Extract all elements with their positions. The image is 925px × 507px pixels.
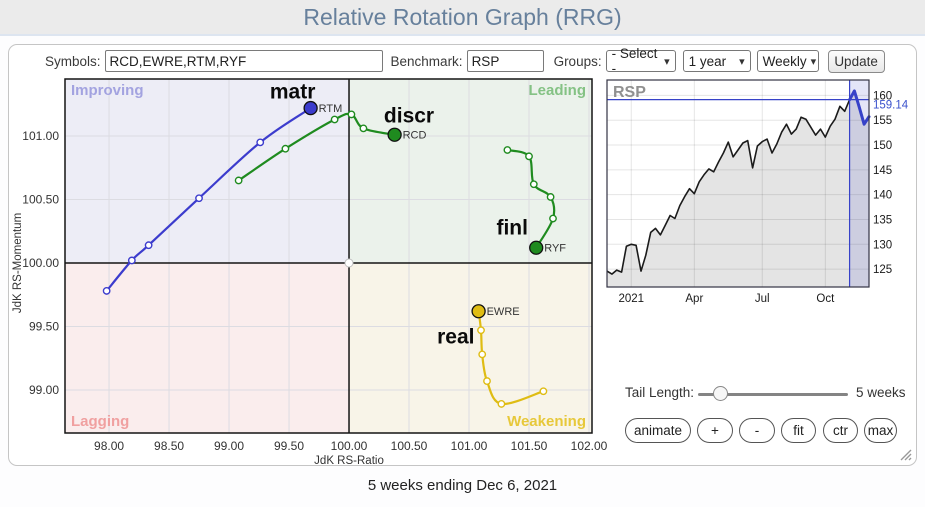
resize-handle-icon[interactable] [896, 445, 912, 461]
series-marker-RCD [282, 146, 288, 152]
series-symbol-label-RTM: RTM [319, 103, 343, 115]
x-tick-label: 101.50 [511, 439, 548, 453]
series-marker-RTM [196, 195, 202, 201]
slider-handle[interactable] [713, 386, 728, 401]
fit-button[interactable]: fit [781, 418, 816, 443]
sector-label-matr: matr [270, 81, 316, 104]
series-marker-RCD [348, 111, 354, 117]
x-tick-label: 99.00 [214, 439, 244, 453]
series-marker-RTM [257, 139, 263, 145]
x-tick-label: 101.00 [451, 439, 488, 453]
y-axis-title: JdK RS-Momentum [12, 213, 24, 313]
y-tick-label: 99.50 [29, 319, 59, 333]
quadrant-label-weakening: Weakening [507, 413, 586, 430]
tail-length-value: 5 weeks [856, 385, 906, 400]
series-marker-EWRE [498, 401, 504, 407]
rsp-y-tick-label: 135 [873, 214, 892, 226]
quadrant-label-leading: Leading [528, 82, 586, 99]
series-marker-RYF [504, 147, 510, 153]
series-marker-RYF [550, 215, 556, 221]
series-marker-EWRE [479, 351, 485, 357]
quadrant-label-lagging: Lagging [71, 413, 129, 430]
rsp-chart-title: RSP [613, 84, 646, 101]
y-tick-label: 100.00 [22, 256, 59, 270]
rsp-y-tick-label: 150 [873, 140, 892, 152]
quadrant-label-improving: Improving [71, 82, 144, 99]
header: Relative Rotation Graph (RRG) [0, 0, 925, 36]
footer-caption: 5 weeks ending Dec 6, 2021 [0, 477, 925, 494]
series-marker-RTM [129, 257, 135, 263]
series-dot-RYF[interactable] [530, 241, 543, 254]
series-marker-RCD [360, 125, 366, 131]
page-title: Relative Rotation Graph (RRG) [0, 0, 925, 35]
series-marker-RCD [331, 116, 337, 122]
main-panel: Symbols: Benchmark: Groups: - Select - ▾… [8, 44, 917, 466]
sector-label-real: real [437, 326, 474, 349]
x-tick-label: 102.00 [571, 439, 608, 453]
sector-label-discr: discr [384, 105, 434, 128]
rsp-y-tick-label: 125 [873, 264, 892, 276]
series-marker-EWRE [540, 388, 546, 394]
charts-canvas: Improving Leading Lagging Weakening 98.00 98.… [9, 45, 918, 465]
rsp-y-tick-label: 130 [873, 239, 892, 251]
y-tick-label: 99.00 [29, 383, 59, 397]
series-dot-EWRE[interactable] [472, 305, 485, 318]
benchmark-center-dot [345, 259, 353, 267]
x-tick-label: 98.50 [154, 439, 184, 453]
x-tick-label: 100.00 [331, 439, 368, 453]
series-marker-RTM [103, 288, 109, 294]
rsp-y-tick-label: 140 [873, 190, 892, 202]
x-tick-label: 98.00 [94, 439, 124, 453]
rsp-x-tick-label: Jul [755, 293, 770, 305]
series-symbol-label-EWRE: EWRE [487, 306, 520, 318]
series-marker-RYF [526, 153, 532, 159]
tail-length-slider[interactable] [698, 386, 848, 402]
series-marker-RTM [145, 242, 151, 248]
series-marker-RCD [235, 177, 241, 183]
rsp-mini-chart[interactable]: RSP125130135140145150155160159.142021Apr… [607, 80, 909, 305]
zoom-in-button[interactable]: + [697, 418, 733, 443]
zoom-out-button[interactable]: - [739, 418, 775, 443]
series-marker-RYF [547, 194, 553, 200]
y-tick-label: 101.00 [22, 129, 59, 143]
x-axis-title: JdK RS-Ratio [314, 455, 384, 465]
series-marker-EWRE [484, 378, 490, 384]
x-tick-label: 100.50 [391, 439, 428, 453]
animate-button[interactable]: animate [625, 418, 691, 443]
y-tick-label: 100.50 [22, 192, 59, 206]
sector-label-finl: finl [496, 216, 528, 239]
rsp-x-tick-label: Oct [816, 293, 835, 305]
center-button[interactable]: ctr [823, 418, 858, 443]
x-tick-label: 99.50 [274, 439, 304, 453]
maximize-button[interactable]: max [864, 418, 897, 443]
tail-length-label: Tail Length: [625, 385, 694, 400]
series-marker-RYF [531, 181, 537, 187]
series-symbol-label-RCD: RCD [403, 130, 427, 142]
series-dot-RCD[interactable] [388, 128, 401, 141]
rrg-chart[interactable]: Improving Leading Lagging Weakening 98.00 98.… [12, 79, 608, 465]
rsp-x-tick-label: 2021 [618, 293, 644, 305]
rsp-x-tick-label: Apr [685, 293, 703, 305]
series-marker-EWRE [478, 327, 484, 333]
series-symbol-label-RYF: RYF [544, 243, 566, 255]
rsp-y-tick-label: 155 [873, 115, 892, 127]
rsp-y-tick-label: 145 [873, 165, 892, 177]
rsp-last-value-label: 159.14 [873, 100, 909, 112]
